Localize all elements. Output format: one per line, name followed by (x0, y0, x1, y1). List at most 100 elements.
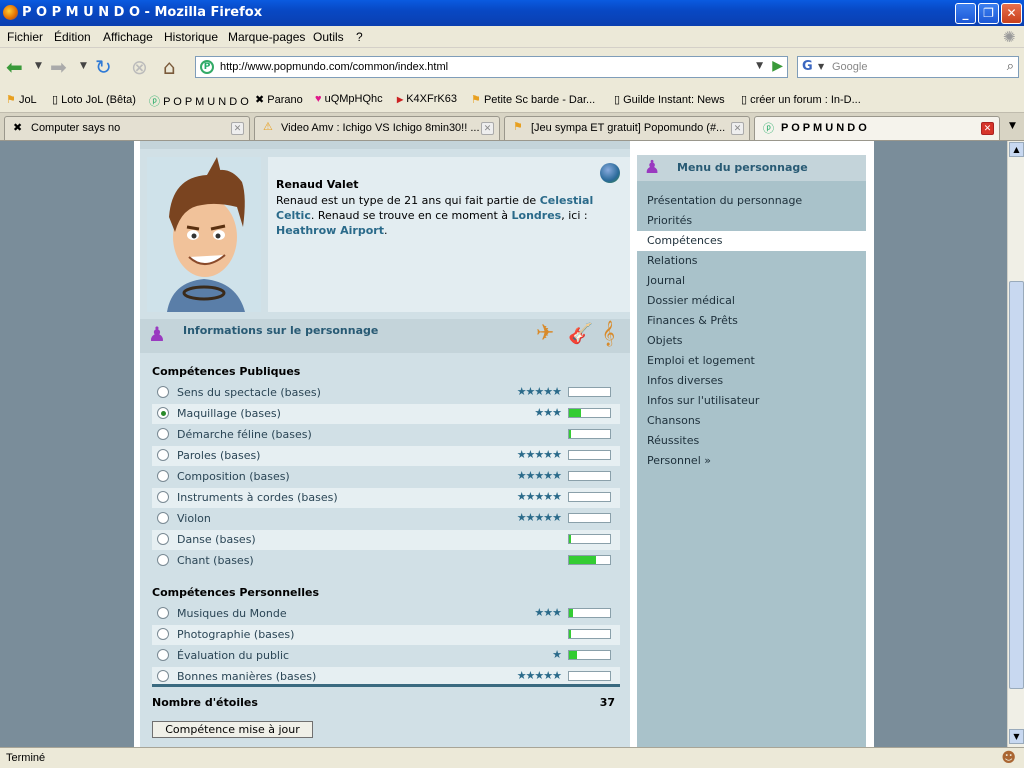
bookmark-petite[interactable]: ⚑ Petite Sc barde - Dar... (471, 93, 595, 106)
search-box[interactable]: G ▼ Google ⌕ (797, 56, 1019, 78)
reload-icon[interactable]: ↻ (95, 55, 112, 79)
menu-item-11[interactable]: Chansons (637, 411, 866, 431)
skill-row[interactable]: Maquillage (bases) ★★★ (152, 404, 620, 424)
skill-radio[interactable] (157, 670, 169, 682)
guitar-icon[interactable]: 🎸 (568, 321, 593, 345)
skill-radio[interactable] (157, 649, 169, 661)
skill-label[interactable]: Évaluation du public (177, 649, 289, 662)
menu-item-9[interactable]: Infos diverses (637, 371, 866, 391)
skill-row[interactable]: Musiques du Monde ★★★ (152, 604, 620, 624)
menu-item-2[interactable]: Compétences (637, 231, 866, 251)
bookmark-forum[interactable]: ▯ créer un forum : In-D... (741, 93, 861, 106)
skill-label[interactable]: Paroles (bases) (177, 449, 260, 462)
close-tab-icon[interactable]: ✕ (981, 122, 994, 135)
menu-item-5[interactable]: Dossier médical (637, 291, 866, 311)
skill-label[interactable]: Sens du spectacle (bases) (177, 386, 321, 399)
forward-dropdown-icon[interactable]: ▼ (80, 61, 87, 71)
skill-row[interactable]: Composition (bases) ★★★★★ (152, 467, 620, 487)
menu-history[interactable]: Historique (164, 30, 218, 44)
skill-radio[interactable] (157, 407, 169, 419)
go-icon[interactable]: ▶ (772, 58, 783, 74)
globe-icon[interactable] (600, 163, 620, 183)
tab-video-amv[interactable]: ⚠ Video Amv : Ichigo VS Ichigo 8min30!! … (254, 116, 500, 140)
menu-item-7[interactable]: Objets (637, 331, 866, 351)
google-engine-icon[interactable]: G (802, 59, 813, 74)
stop-icon[interactable]: ⊗ (131, 55, 148, 79)
skill-radio[interactable] (157, 628, 169, 640)
skill-row[interactable]: Paroles (bases) ★★★★★ (152, 446, 620, 466)
skill-radio[interactable] (157, 386, 169, 398)
back-dropdown-icon[interactable]: ▼ (35, 61, 42, 71)
skill-label[interactable]: Instruments à cordes (bases) (177, 491, 338, 504)
engine-dropdown-icon[interactable]: ▼ (818, 62, 824, 71)
skill-radio[interactable] (157, 607, 169, 619)
skill-row[interactable]: Instruments à cordes (bases) ★★★★★ (152, 488, 620, 508)
close-tab-icon[interactable]: ✕ (231, 122, 244, 135)
skill-radio[interactable] (157, 554, 169, 566)
minimize-button[interactable]: _ (955, 3, 976, 24)
close-tab-icon[interactable]: ✕ (481, 122, 494, 135)
menu-item-4[interactable]: Journal (637, 271, 866, 291)
skill-label[interactable]: Danse (bases) (177, 533, 256, 546)
bookmark-parano[interactable]: ✖ Parano (255, 93, 303, 106)
skill-row[interactable]: Démarche féline (bases) (152, 425, 620, 445)
tab-computer-says-no[interactable]: ✖ Computer says no ✕ (4, 116, 250, 140)
menu-item-12[interactable]: Réussites (637, 431, 866, 451)
menu-item-13[interactable]: Personnel » (637, 451, 866, 471)
skill-label[interactable]: Bonnes manières (bases) (177, 670, 316, 683)
home-icon[interactable]: ⌂ (163, 55, 176, 79)
forward-icon[interactable]: ➡ (50, 55, 67, 79)
skill-label[interactable]: Démarche féline (bases) (177, 428, 312, 441)
skill-radio[interactable] (157, 449, 169, 461)
skill-radio[interactable] (157, 491, 169, 503)
close-window-button[interactable]: ✕ (1001, 3, 1022, 24)
close-tab-icon[interactable]: ✕ (731, 122, 744, 135)
maximize-button[interactable]: ❐ (978, 3, 999, 24)
menu-file[interactable]: Fichier (7, 30, 43, 44)
scroll-up-icon[interactable]: ▲ (1009, 142, 1024, 157)
menu-edit[interactable]: Édition (54, 30, 91, 44)
bookmark-jol[interactable]: ⚑ JoL (6, 93, 37, 106)
menu-item-6[interactable]: Finances & Prêts (637, 311, 866, 331)
skill-row[interactable]: Photographie (bases) (152, 625, 620, 645)
url-dropdown-icon[interactable]: ▼ (756, 61, 763, 71)
url-bar[interactable]: P http://www.popmundo.com/common/index.h… (195, 56, 788, 78)
menu-view[interactable]: Affichage (103, 30, 153, 44)
bookmark-popmundo[interactable]: ⓟ P O P M U N D O (149, 93, 249, 109)
tab-jeu-sympa[interactable]: ⚑ [Jeu sympa ET gratuit] Popomundo (#...… (504, 116, 750, 140)
update-skill-button[interactable]: Compétence mise à jour (152, 721, 313, 738)
skill-label[interactable]: Musiques du Monde (177, 607, 287, 620)
skill-radio[interactable] (157, 533, 169, 545)
skill-label[interactable]: Composition (bases) (177, 470, 290, 483)
treble-clef-icon[interactable]: 𝄞 (602, 321, 615, 346)
skill-radio[interactable] (157, 428, 169, 440)
bookmark-k4xfrk63[interactable]: ▶ K4XFrK63 (397, 93, 457, 105)
menu-item-10[interactable]: Infos sur l'utilisateur (637, 391, 866, 411)
skill-row[interactable]: Évaluation du public ★ (152, 646, 620, 666)
scroll-thumb[interactable] (1009, 281, 1024, 689)
airplane-icon[interactable]: ✈ (536, 321, 554, 346)
tab-list-icon[interactable]: ▼ (1009, 121, 1016, 131)
back-icon[interactable]: ⬅ (6, 55, 23, 79)
skill-label[interactable]: Violon (177, 512, 211, 525)
menu-help[interactable]: ? (356, 30, 363, 44)
menu-tools[interactable]: Outils (313, 30, 344, 44)
bookmark-uqmphqhc[interactable]: ♥ uQMpHQhc (315, 93, 383, 105)
bookmark-guilde[interactable]: ▯ Guilde Instant: News (614, 93, 725, 106)
menu-item-8[interactable]: Emploi et logement (637, 351, 866, 371)
tab-popmundo[interactable]: ⓟ P O P M U N D O ✕ (754, 116, 1000, 140)
menu-bookmarks[interactable]: Marque-pages (228, 30, 305, 44)
skill-row[interactable]: Violon ★★★★★ (152, 509, 620, 529)
skill-row[interactable]: Danse (bases) (152, 530, 620, 550)
place-link[interactable]: Heathrow Airport (276, 224, 384, 237)
search-icon[interactable]: ⌕ (1007, 59, 1014, 74)
addon-icon[interactable]: ☻ (1001, 750, 1016, 766)
vertical-scrollbar[interactable]: ▲ ▼ (1007, 141, 1024, 747)
skill-label[interactable]: Chant (bases) (177, 554, 254, 567)
skill-row[interactable]: Chant (bases) (152, 551, 620, 571)
scroll-down-icon[interactable]: ▼ (1009, 729, 1024, 744)
bookmark-loto[interactable]: ▯ Loto JoL (Bêta) (52, 93, 136, 106)
menu-item-0[interactable]: Présentation du personnage (637, 191, 866, 211)
menu-item-1[interactable]: Priorités (637, 211, 866, 231)
skill-radio[interactable] (157, 512, 169, 524)
